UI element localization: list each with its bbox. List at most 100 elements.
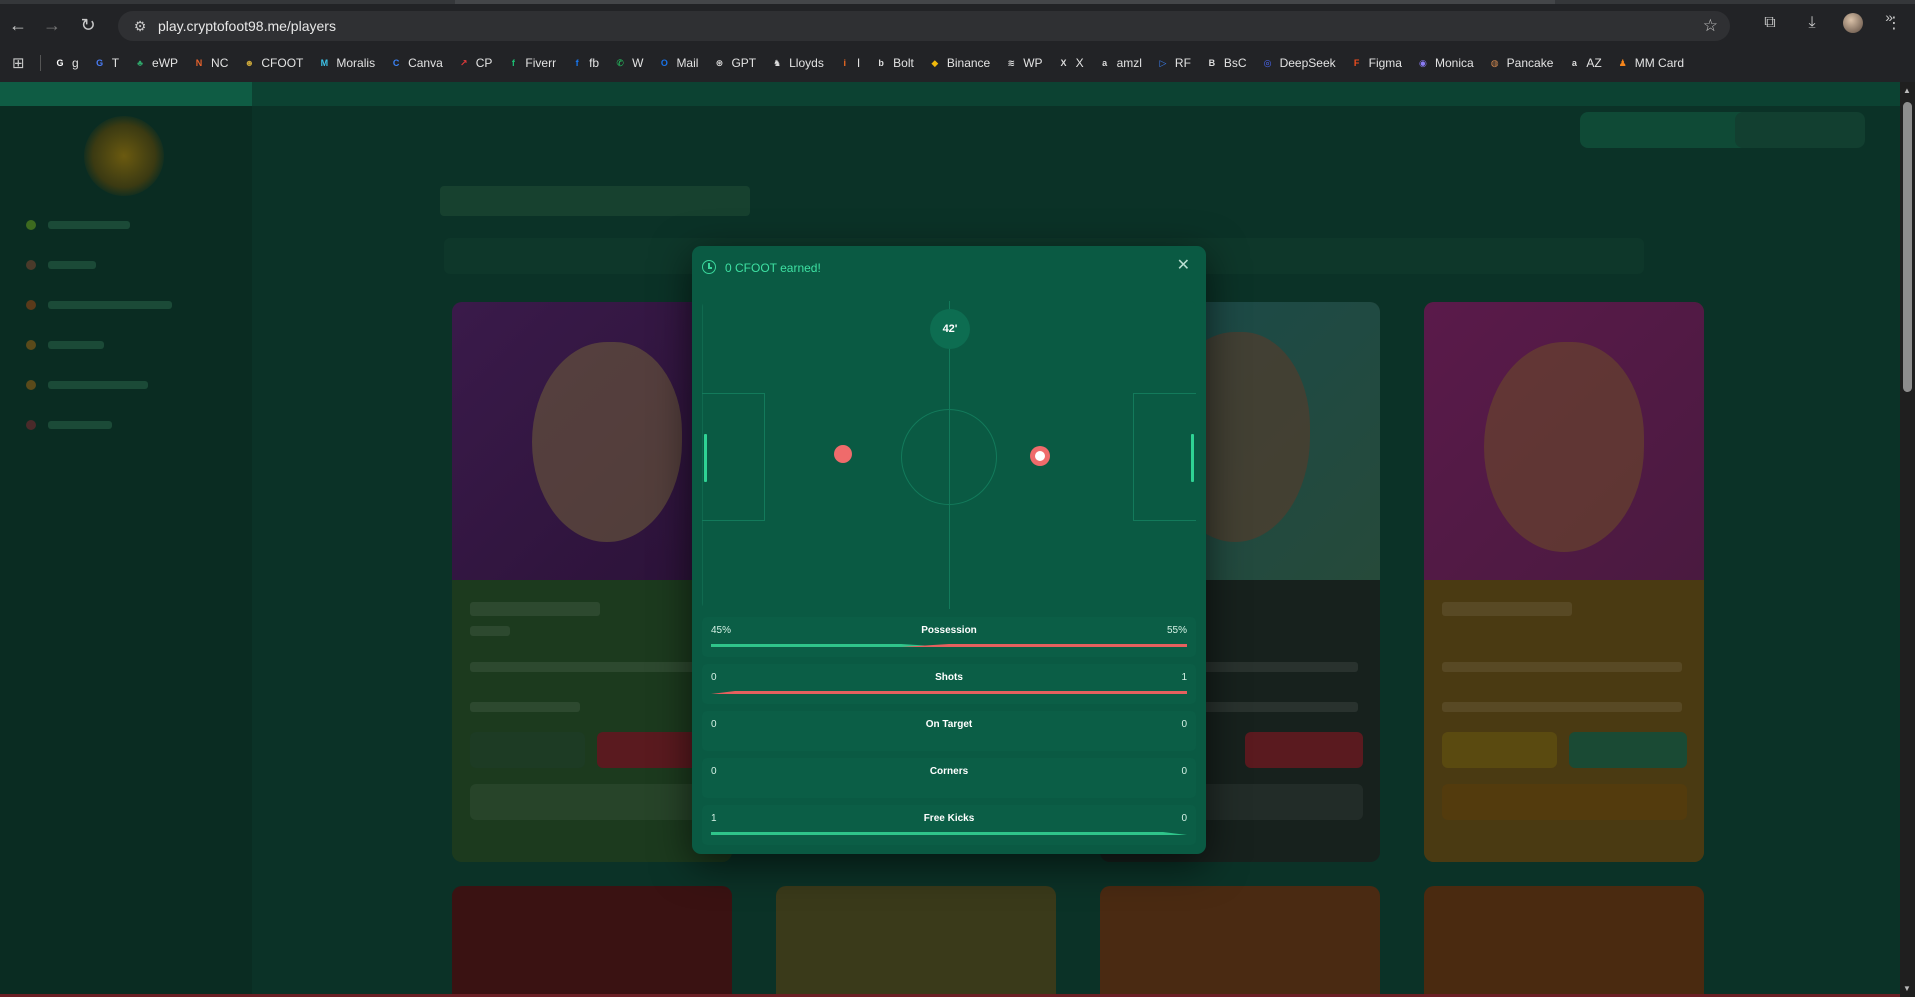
player-card[interactable] (1100, 886, 1380, 997)
stat-bar (711, 690, 1187, 694)
bookmark-cp[interactable]: ↗ CP (457, 56, 493, 70)
download-icon[interactable]: ⤓ (1801, 14, 1823, 32)
forward-icon[interactable]: → (40, 13, 64, 37)
page-title-placeholder (440, 186, 750, 216)
bookmark-moralis[interactable]: M Moralis (317, 56, 375, 70)
bookmark-binance[interactable]: ◆ Binance (928, 56, 990, 70)
header-pill[interactable] (1580, 112, 1750, 148)
bookmark-bolt[interactable]: b Bolt (874, 56, 913, 70)
pitch-center-circle (901, 409, 997, 505)
bookmark-mm-card[interactable]: ♟ MM Card (1616, 56, 1684, 70)
card-button[interactable] (470, 784, 715, 820)
bookmark-bsc[interactable]: B BsC (1205, 56, 1247, 70)
player-card[interactable] (776, 886, 1056, 997)
stat-bar-home (711, 832, 1187, 835)
bookmark-deepseek[interactable]: ◎ DeepSeek (1261, 56, 1336, 70)
sidebar-item[interactable] (26, 338, 206, 352)
sidebar-item[interactable] (26, 298, 206, 312)
stat-name: Free Kicks (923, 813, 975, 824)
bookmark-fiverr[interactable]: f Fiverr (506, 56, 556, 70)
bookmark-rf[interactable]: ▷ RF (1156, 56, 1191, 70)
close-icon[interactable]: ✕ (1177, 256, 1190, 276)
page-scrollbar[interactable]: ▲ ▼ (1900, 82, 1915, 997)
bookmark-lloyds[interactable]: ♞ Lloyds (770, 56, 824, 70)
sidebar-item[interactable] (26, 218, 206, 232)
card-button[interactable] (1442, 732, 1557, 768)
bookmark-canva[interactable]: C Canva (389, 56, 443, 70)
card-button[interactable] (1442, 784, 1687, 820)
player-card[interactable] (452, 302, 732, 862)
bookmark-pancake[interactable]: ◍ Pancake (1488, 56, 1554, 70)
site-info-icon[interactable]: ⚙ (126, 18, 154, 35)
bookmark-favicon-icon: F (1353, 58, 1360, 68)
bookmark-az[interactable]: a AZ (1567, 56, 1602, 70)
toolbar-right: ⧉ ⤓ ⋮ (1759, 13, 1905, 33)
bookmark-amzl[interactable]: a amzl (1098, 56, 1142, 70)
card-info (1424, 580, 1704, 862)
sidebar-item[interactable] (26, 418, 206, 432)
bookmark-mail[interactable]: O Mail (657, 56, 699, 70)
bookmark-favicon-icon: ⊛ (715, 58, 724, 68)
bookmark-ewp[interactable]: ♣ eWP (133, 56, 178, 70)
bookmark-gpt[interactable]: ⊛ GPT (712, 56, 756, 70)
bookmark-figma[interactable]: F Figma (1350, 56, 1402, 70)
card-button[interactable] (470, 732, 585, 768)
url-text[interactable]: play.cryptofoot98.me/players (158, 18, 336, 34)
bookmark-star-icon[interactable]: ☆ (1703, 16, 1718, 36)
bookmark-t[interactable]: GT (93, 56, 119, 70)
bookmark-monica[interactable]: ◉ Monica (1416, 56, 1474, 70)
bookmark-label: RF (1174, 56, 1191, 70)
stat-name: Corners (929, 766, 969, 777)
reload-icon[interactable]: ↻ (76, 13, 100, 37)
bookmark-favicon-icon: f (511, 58, 515, 68)
stat-name: Possession (921, 625, 977, 636)
player-card[interactable] (1424, 886, 1704, 997)
card-button[interactable] (1245, 732, 1363, 768)
bookmark-favicon-icon: ♟ (1618, 58, 1627, 68)
sidebar-item[interactable] (26, 258, 206, 272)
bookmark-label: Fiverr (525, 56, 557, 70)
bookmark-wp[interactable]: ≋ WP (1004, 56, 1042, 70)
scroll-down-icon[interactable]: ▼ (1903, 984, 1911, 993)
bookmark-label: CP (475, 56, 493, 70)
bookmark-label: WP (1023, 56, 1043, 70)
stat-bar-away (711, 691, 1187, 694)
goal-right (1191, 434, 1194, 482)
sidebar-item[interactable] (26, 378, 206, 392)
extensions-icon[interactable]: ⧉ (1759, 14, 1781, 32)
bookmark-w[interactable]: ✆ W (613, 56, 643, 70)
bookmark-g[interactable]: Gg (53, 56, 79, 70)
bookmark-fb[interactable]: f fb (570, 56, 600, 70)
bookmark-label: fb (589, 56, 600, 70)
bookmark-label: Pancake (1506, 56, 1554, 70)
header-pill[interactable] (1735, 112, 1865, 148)
profile-avatar[interactable] (1843, 13, 1863, 33)
stat-name: On Target (925, 719, 973, 730)
back-icon[interactable]: ← (6, 13, 30, 37)
scroll-up-icon[interactable]: ▲ (1903, 86, 1911, 95)
bookmark-label: eWP (152, 56, 179, 70)
bookmark-cfoot[interactable]: ☻ CFOOT (242, 56, 304, 70)
bookmark-favicon-icon: C (392, 58, 400, 68)
address-bar[interactable]: ⚙ play.cryptofoot98.me/players ☆ (118, 11, 1730, 41)
bookmarks-overflow-icon[interactable]: » (1885, 9, 1893, 25)
bookmark-x[interactable]: XX (1057, 56, 1084, 70)
penalty-box-left (702, 393, 765, 521)
bookmark-nc[interactable]: N NC (192, 56, 229, 70)
player-card[interactable] (1424, 302, 1704, 862)
apps-grid-icon[interactable]: ⊞ (12, 54, 30, 72)
bookmark-favicon-icon: ♞ (773, 58, 782, 68)
bookmark-label: W (632, 56, 644, 70)
bookmark-favicon-icon: ◆ (931, 58, 939, 68)
bookmark-favicon-icon: ◉ (1419, 58, 1427, 68)
scrollbar-thumb[interactable] (1903, 102, 1912, 392)
stat-away-value: 1 (1181, 672, 1187, 683)
card-info (452, 580, 732, 862)
bookmark-label: g (72, 56, 79, 70)
bookmark-i[interactable]: iI (838, 56, 861, 70)
player-card[interactable] (452, 886, 732, 997)
card-button[interactable] (1569, 732, 1687, 768)
bookmark-favicon-icon: ☻ (244, 58, 255, 68)
bookmark-label: X (1075, 56, 1084, 70)
bookmarks-bar: ⊞ Gg G T ♣ eWP N NC ☻ CFOOT M Moralis C Canva ↗ CP f Fiv… (0, 46, 1915, 80)
